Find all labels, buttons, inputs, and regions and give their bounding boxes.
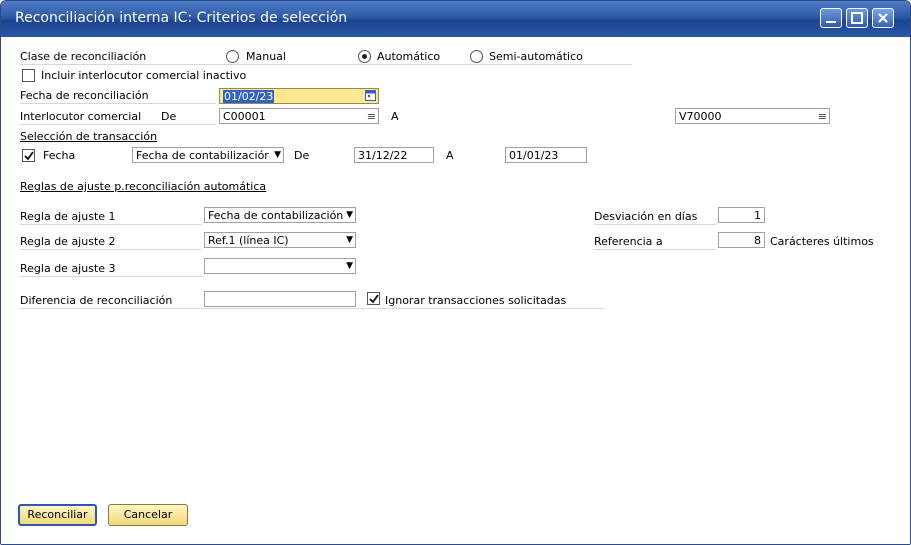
rule1-dropdown[interactable]: Fecha de contabilización ▼ (204, 207, 356, 223)
row-divider (20, 308, 604, 309)
reconciliation-date-input[interactable]: 01/02/23 (219, 88, 379, 104)
bp-to-label: A (391, 110, 399, 123)
date-checkbox[interactable] (22, 149, 35, 162)
row-divider (20, 249, 202, 250)
row-divider (594, 224, 716, 225)
reconcile-button[interactable]: Reconciliar (18, 504, 97, 526)
difference-label: Diferencia de reconciliación (20, 294, 173, 307)
bp-to-input[interactable]: V70000 ≡ (675, 108, 830, 124)
transaction-from-label: De (294, 149, 310, 162)
row-divider (594, 249, 716, 250)
minimize-button[interactable] (820, 8, 842, 28)
close-icon (878, 13, 888, 23)
checkmark-icon (369, 294, 379, 304)
transaction-from-input[interactable]: 31/12/22 (354, 147, 434, 163)
adjust-rules-heading: Reglas de ajuste p.reconciliación automá… (20, 180, 267, 193)
row-divider (20, 124, 216, 125)
radio-selected-dot (362, 54, 367, 59)
dialog-window: Reconciliación interna IC: Criterios de … (0, 0, 911, 545)
business-partner-label: Interlocutor comercial (20, 110, 142, 123)
date-type-dropdown[interactable]: Fecha de contabilizaciór ▼ (132, 147, 284, 163)
include-inactive-checkbox[interactable] (22, 69, 35, 82)
list-icon[interactable]: ≡ (818, 110, 827, 123)
difference-input[interactable] (204, 291, 356, 307)
bp-from-input[interactable]: C00001 ≡ (219, 108, 379, 124)
rule2-dropdown[interactable]: Ref.1 (línea IC) ▼ (204, 232, 356, 248)
maximize-button[interactable] (846, 8, 868, 28)
radio-manual[interactable] (226, 50, 239, 63)
window-title: Reconciliación interna IC: Criterios de … (15, 10, 348, 26)
reference-suffix-label: Carácteres últimos (770, 235, 874, 248)
ignore-transactions-checkbox[interactable] (367, 292, 380, 305)
title-bar[interactable]: Reconciliación interna IC: Criterios de … (1, 1, 910, 37)
list-icon[interactable]: ≡ (367, 110, 376, 123)
radio-semi-automatic[interactable] (470, 50, 483, 63)
maximize-icon (851, 12, 863, 24)
rule3-dropdown[interactable]: ▼ (204, 258, 356, 274)
rule2-label: Regla de ajuste 2 (20, 235, 116, 248)
radio-automatic[interactable] (358, 50, 371, 63)
date-checkbox-label[interactable]: Fecha (43, 149, 75, 162)
close-button[interactable] (872, 8, 894, 28)
radio-manual-label[interactable]: Manual (246, 50, 286, 63)
include-inactive-label[interactable]: Incluir interlocutor comercial inactivo (41, 69, 246, 82)
cancel-button[interactable]: Cancelar (108, 504, 188, 526)
dialog-content: Clase de reconciliación Manual Automátic… (1, 37, 910, 544)
reconciliation-date-label: Fecha de reconciliación (20, 89, 149, 102)
bp-from-label: De (161, 110, 177, 123)
checkmark-icon (24, 151, 34, 161)
reference-input[interactable]: 8 (718, 232, 765, 248)
rule1-label: Regla de ajuste 1 (20, 210, 116, 223)
dropdown-arrow-icon: ▼ (346, 235, 353, 245)
row-divider (20, 276, 202, 277)
radio-automatic-label[interactable]: Automático (377, 50, 440, 63)
deviation-label: Desviación en días (594, 210, 698, 223)
radio-semi-automatic-label[interactable]: Semi-automático (489, 50, 583, 63)
minimize-icon (826, 21, 836, 23)
dropdown-arrow-icon: ▼ (346, 210, 353, 220)
calendar-icon[interactable] (365, 90, 376, 103)
transaction-to-label: A (446, 149, 454, 162)
dropdown-arrow-icon: ▼ (274, 150, 281, 160)
row-divider (20, 224, 202, 225)
dropdown-arrow-icon: ▼ (346, 261, 353, 271)
rule3-label: Regla de ajuste 3 (20, 262, 116, 275)
ignore-transactions-label[interactable]: Ignorar transacciones solicitadas (385, 294, 566, 307)
transaction-to-input[interactable]: 01/01/23 (505, 147, 587, 163)
transaction-selection-heading: Selección de transacción (20, 130, 158, 143)
row-divider (20, 64, 632, 65)
row-divider (20, 103, 216, 104)
reference-label: Referencia a (594, 235, 663, 248)
deviation-input[interactable]: 1 (718, 207, 765, 223)
reconciliation-type-label: Clase de reconciliación (20, 50, 147, 63)
